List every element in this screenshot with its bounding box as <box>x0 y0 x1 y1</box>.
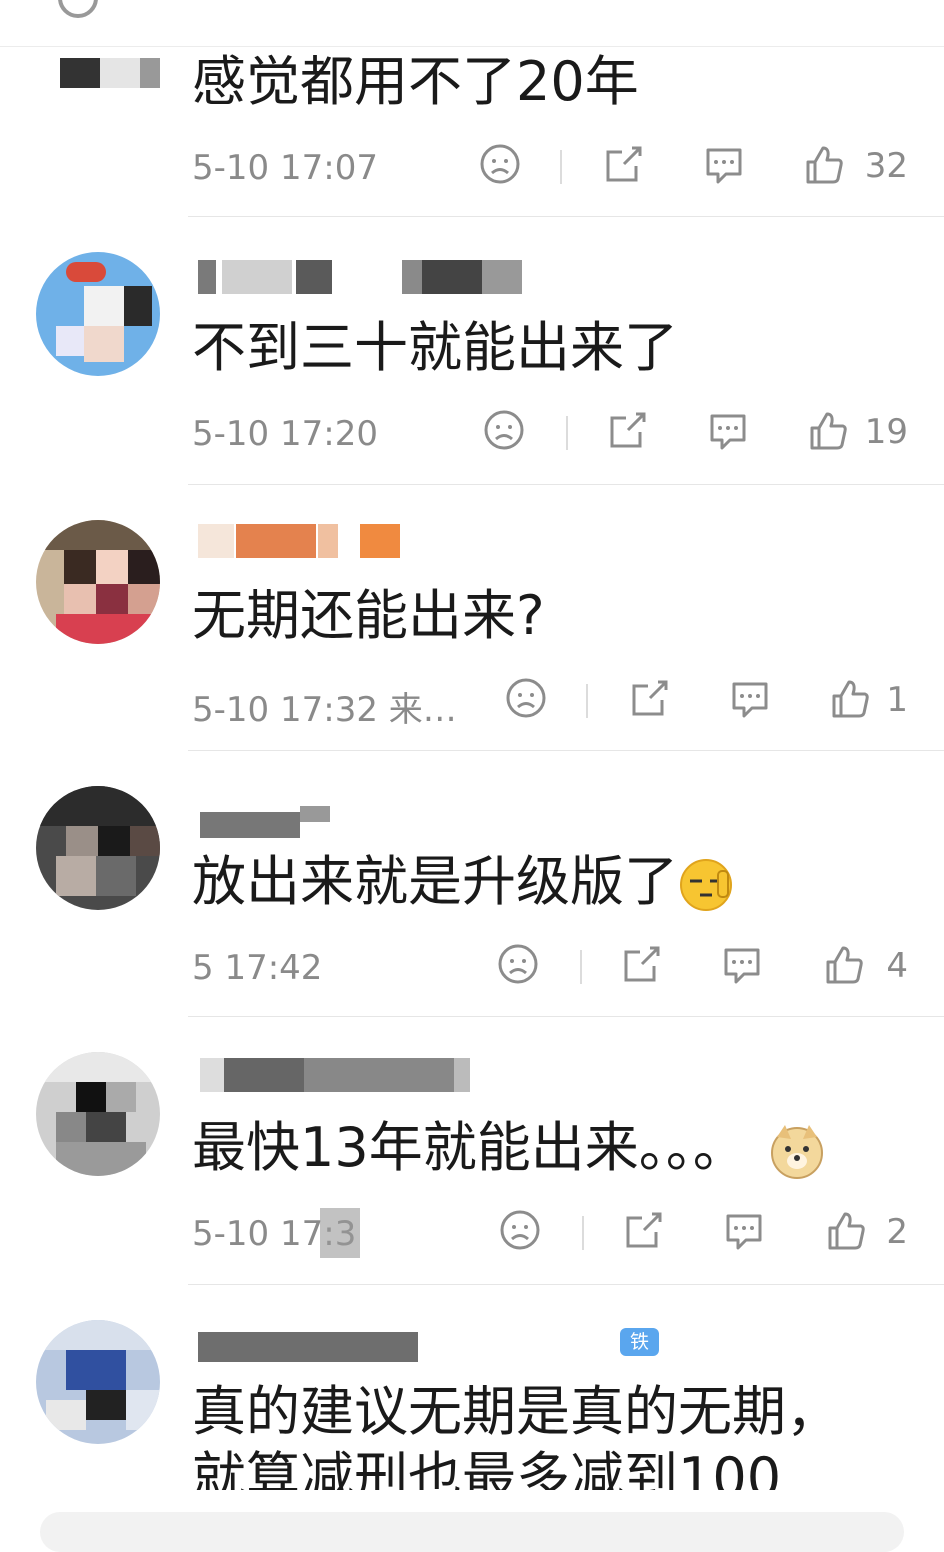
username-blurred[interactable] <box>192 524 402 558</box>
comment-text: 感觉都用不了20年 <box>192 50 639 113</box>
username-blurred[interactable] <box>192 806 332 840</box>
reply-icon[interactable] <box>706 408 750 452</box>
back-icon[interactable] <box>58 0 98 18</box>
avatar[interactable] <box>36 786 160 910</box>
comment-meta: 5 17:42 4 <box>192 942 908 992</box>
like-icon[interactable] <box>802 142 846 186</box>
like-count: 4 <box>886 946 908 986</box>
comment-text-body: 放出来就是升级版了 <box>192 850 678 913</box>
share-icon[interactable] <box>602 142 646 186</box>
comment-text-body: 最快13年就能出来。。。 <box>192 1116 747 1179</box>
username-blurred[interactable] <box>192 260 522 294</box>
comment-text: 不到三十就能出来了 <box>192 316 678 379</box>
divider <box>188 216 944 217</box>
like-icon[interactable] <box>806 408 850 452</box>
dislike-icon[interactable] <box>504 676 548 720</box>
reply-icon[interactable] <box>728 676 772 720</box>
comment-time: 5 17:42 <box>192 948 323 988</box>
separator <box>566 416 568 450</box>
dislike-icon[interactable] <box>482 408 526 452</box>
like-icon[interactable] <box>828 676 872 720</box>
reply-icon[interactable] <box>720 942 764 986</box>
dislike-icon[interactable] <box>498 1208 542 1252</box>
share-icon[interactable] <box>620 942 664 986</box>
share-icon[interactable] <box>628 676 672 720</box>
separator <box>560 150 562 184</box>
like-count: 32 <box>864 146 908 186</box>
avatar[interactable] <box>36 520 160 644</box>
username-blurred[interactable] <box>192 1058 472 1092</box>
comment-time: 5-10 17:20 <box>192 414 378 454</box>
dislike-icon[interactable] <box>478 142 522 186</box>
blur-patch <box>320 1208 360 1258</box>
like-icon[interactable] <box>824 1208 868 1252</box>
avatar[interactable] <box>36 252 160 376</box>
avatar-partial[interactable] <box>40 58 160 108</box>
dislike-icon[interactable] <box>496 942 540 986</box>
comment-text-line2: 就算减刑也最多减到100 <box>192 1446 782 1490</box>
username-blurred[interactable]: 铁粉1 <box>192 1326 660 1409</box>
divider <box>188 484 944 485</box>
like-icon[interactable] <box>822 942 866 986</box>
fan-badge: 铁粉1 <box>620 1328 660 1409</box>
divider <box>188 750 944 751</box>
comment-meta: 5-10 17:20 19 <box>192 408 908 458</box>
comment-text: 最快13年就能出来。。。 <box>192 1116 827 1181</box>
reply-icon[interactable] <box>722 1208 766 1252</box>
smirk-emoji-icon <box>680 859 732 912</box>
share-icon[interactable] <box>622 1208 666 1252</box>
bottom-input-bar[interactable] <box>40 1512 904 1552</box>
comment-meta: 5-10 17:3 2 <box>192 1208 908 1258</box>
avatar[interactable] <box>36 1320 160 1444</box>
comment-text: 放出来就是升级版了 <box>192 850 734 914</box>
divider <box>188 1284 944 1285</box>
doge-emoji-icon <box>770 1125 823 1180</box>
separator <box>582 1216 584 1250</box>
comment-text: 无期还能出来? <box>192 584 545 647</box>
comment-text: 真的建议无期是真的无期， <box>192 1380 840 1443</box>
reply-icon[interactable] <box>702 142 746 186</box>
share-icon[interactable] <box>606 408 650 452</box>
comment-time: 5-10 17:32 来… <box>192 690 457 730</box>
comment-meta: 5-10 17:32 来… 1 <box>192 676 908 730</box>
top-bar <box>0 0 944 47</box>
divider <box>188 1016 944 1017</box>
like-count: 1 <box>886 680 908 720</box>
separator <box>586 684 588 718</box>
separator <box>580 950 582 984</box>
comment-meta: 5-10 17:07 32 <box>192 142 908 192</box>
comment-time: 5-10 17:07 <box>192 148 378 188</box>
like-count: 19 <box>864 412 908 452</box>
avatar[interactable] <box>36 1052 160 1176</box>
like-count: 2 <box>886 1212 908 1252</box>
